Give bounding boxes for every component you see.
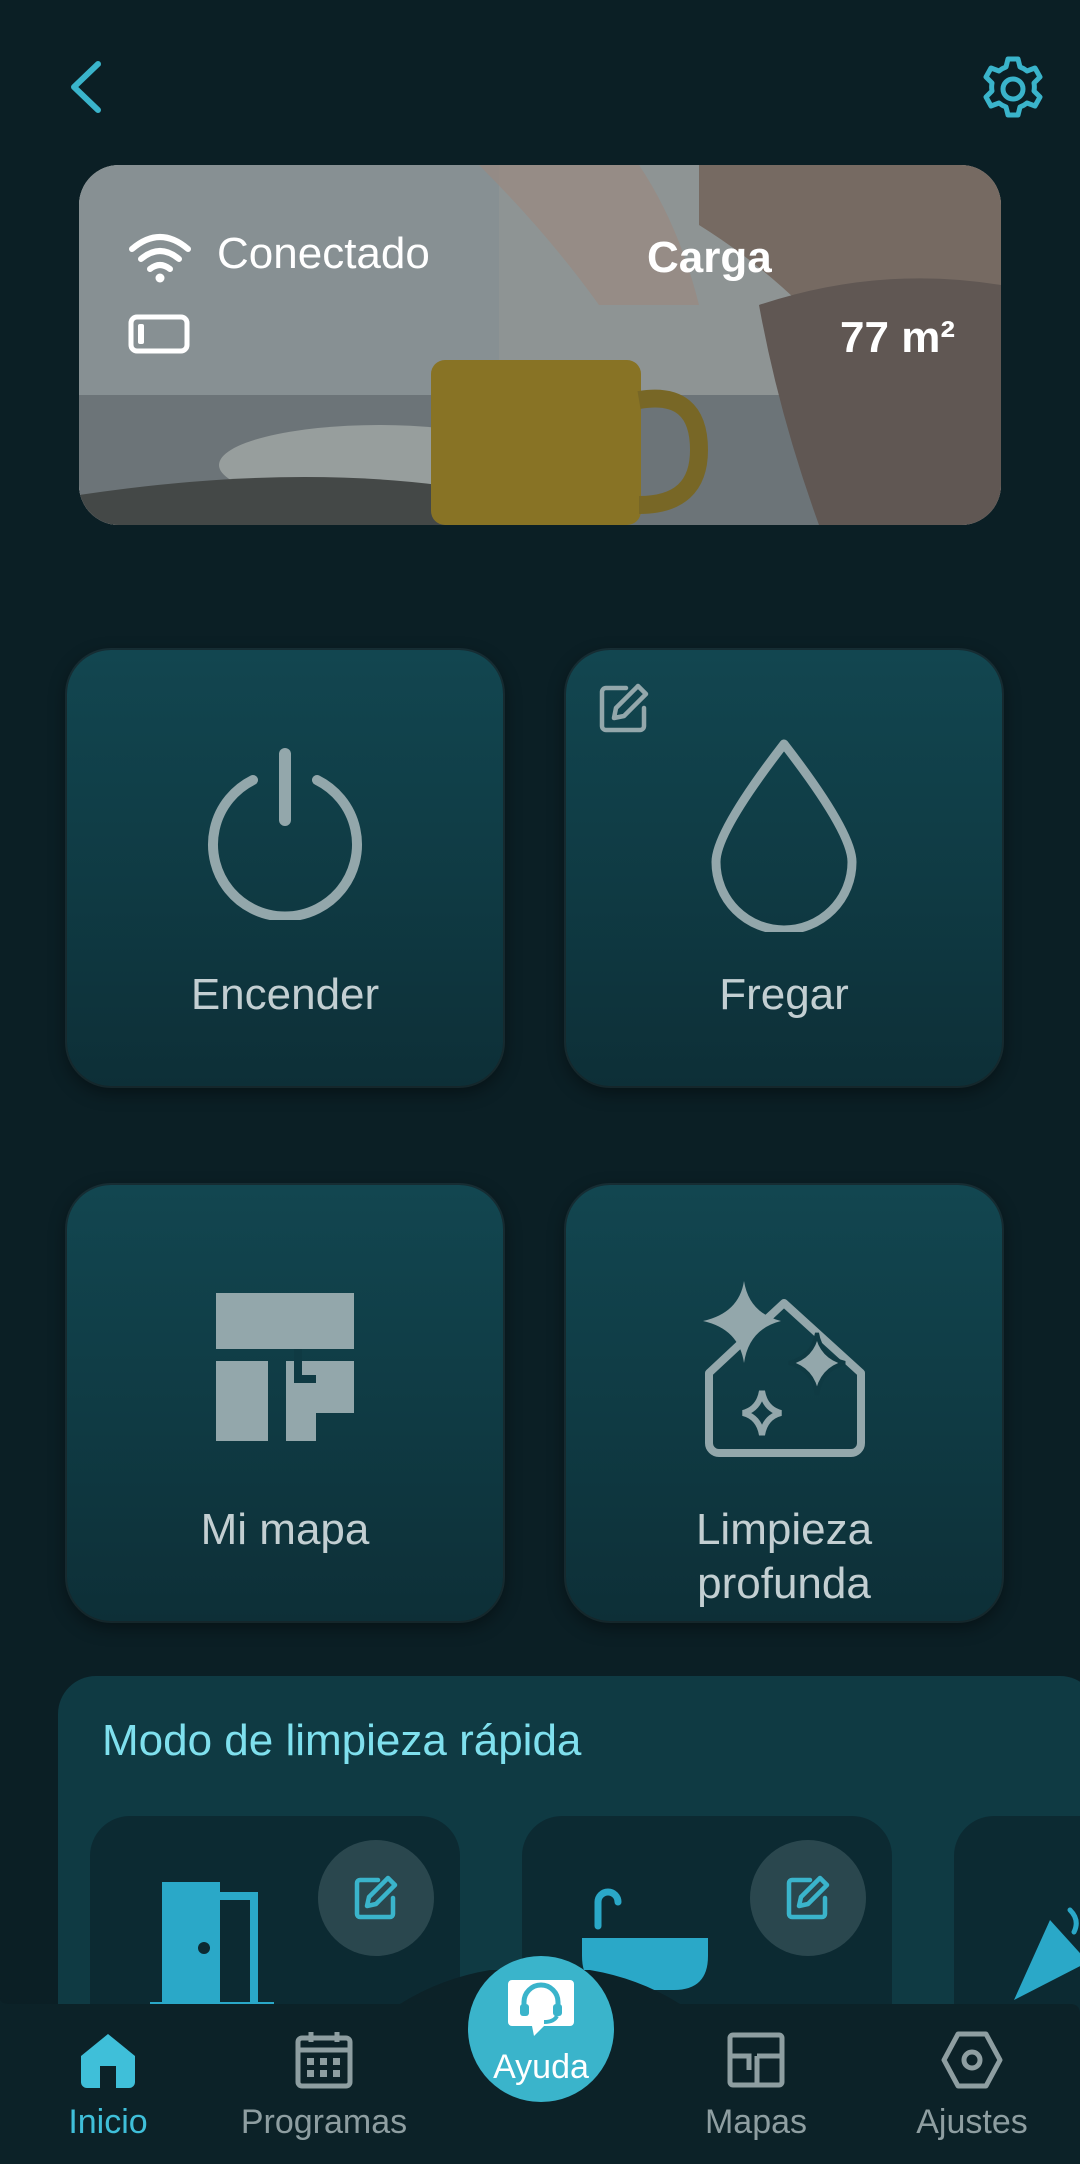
help-label: Ayuda [493,2048,589,2086]
edit-icon [786,1875,830,1920]
quick-edit-button[interactable] [318,1840,434,1956]
help-button[interactable]: Ayuda [468,1956,614,2102]
connection-status: Conectado [217,229,430,278]
nav-label: Mapas [704,2103,808,2141]
wifi-icon [129,234,191,283]
power-icon [208,748,362,920]
back-button[interactable] [60,58,112,116]
power-tile[interactable]: Encender [67,650,503,1086]
quick-edit-button[interactable] [750,1840,866,1956]
nav-home[interactable]: Inicio [8,2030,208,2142]
deep-clean-tile[interactable]: Limpieza profunda [566,1185,1002,1621]
robot-mode: Carga [647,233,772,282]
calendar-icon [295,2032,353,2089]
tile-label: Encender [190,970,380,1019]
robot-status-card[interactable]: Conectado Carga 77 m² [79,165,1001,525]
edit-icon [354,1875,398,1920]
nav-label: Inicio [68,2103,148,2141]
chevron-left-icon [71,61,101,113]
tile-label: Fregar [719,970,849,1019]
home-icon [81,2034,135,2088]
map-icon [727,2032,785,2088]
gear-icon [983,56,1043,118]
nav-maps[interactable]: Mapas [656,2030,856,2142]
tile-label: Limpieza [695,1505,873,1554]
mop-tile[interactable]: Fregar [566,650,1002,1086]
cleaned-area: 77 m² [840,313,955,362]
water-drop-icon [711,739,857,932]
floor-map-icon [216,1293,354,1441]
home-screen: Conectado Carga 77 m² Encender Fregar Mi… [0,0,1080,2164]
tile-label-line2: profunda [697,1559,871,1608]
settings-button[interactable] [978,54,1048,124]
battery-icon [128,314,190,354]
nav-label: Programas [240,2103,408,2141]
nav-label: Ajustes [916,2103,1028,2141]
hexagon-settings-icon [941,2031,1003,2089]
map-tile[interactable]: Mi mapa [67,1185,503,1621]
edit-icon[interactable] [596,680,652,736]
nav-schedules[interactable]: Programas [224,2030,424,2142]
sparkle-house-icon [703,1281,865,1457]
nav-settings[interactable]: Ajustes [872,2030,1072,2142]
quick-clean-title: Modo de limpieza rápida [102,1716,582,1765]
tile-label: Mi mapa [200,1505,370,1554]
headset-chat-icon [508,1980,574,2036]
